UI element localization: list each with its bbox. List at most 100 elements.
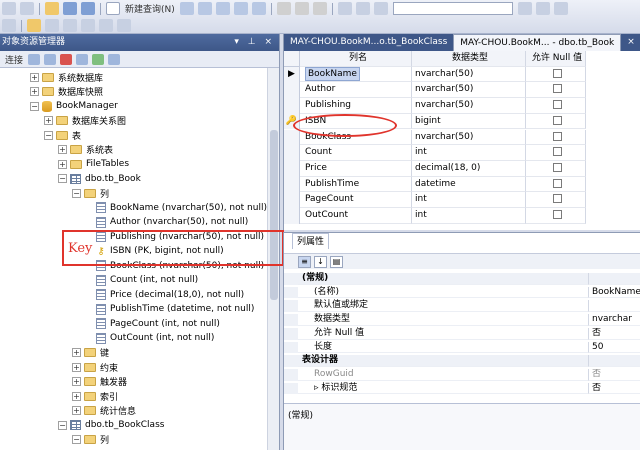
allow-null-checkbox[interactable] bbox=[552, 84, 562, 94]
categorized-icon[interactable]: ≡ bbox=[298, 255, 311, 268]
allow-null-checkbox[interactable] bbox=[552, 210, 562, 219]
properties-icon[interactable] bbox=[535, 2, 550, 15]
tree-node[interactable]: + 键 bbox=[72, 346, 109, 361]
row-selector[interactable] bbox=[284, 129, 300, 146]
table-row[interactable]: OutCount int bbox=[284, 208, 640, 224]
row-selector[interactable] bbox=[284, 192, 300, 208]
refresh-icon[interactable] bbox=[92, 53, 105, 65]
allow-null-checkbox[interactable] bbox=[552, 131, 562, 141]
allow-null-checkbox[interactable] bbox=[552, 100, 562, 110]
tree-node[interactable]: + 统计信息 bbox=[72, 404, 136, 419]
property-value[interactable] bbox=[588, 300, 640, 313]
row-selector[interactable] bbox=[284, 208, 300, 224]
connect-button[interactable]: 连接 bbox=[2, 53, 26, 66]
allow-null-checkbox[interactable] bbox=[552, 68, 562, 78]
data-type-cell[interactable]: decimal(18, 0) bbox=[412, 160, 526, 177]
manage-check-constraints-icon[interactable] bbox=[117, 19, 131, 32]
new-query-icon[interactable] bbox=[106, 2, 120, 15]
data-type-cell[interactable]: nvarchar(50) bbox=[412, 98, 526, 114]
xmla-query-icon[interactable] bbox=[251, 2, 266, 15]
column-name-cell[interactable]: Price bbox=[300, 160, 412, 177]
allow-null-checkbox[interactable] bbox=[552, 162, 562, 172]
manage-fulltext-icon[interactable] bbox=[81, 19, 95, 32]
panel-controls[interactable]: ▾ ⊥ × bbox=[234, 34, 279, 51]
undo-icon[interactable] bbox=[337, 2, 352, 15]
document-tab[interactable]: MAY-CHOU.BookM...o.tb_BookClass bbox=[284, 34, 453, 51]
expand-icon[interactable]: + bbox=[58, 145, 67, 155]
allow-null-checkbox[interactable] bbox=[552, 147, 562, 157]
column-name-cell[interactable]: BookName bbox=[300, 66, 412, 83]
collapse-icon[interactable]: − bbox=[72, 435, 81, 445]
copy-icon[interactable] bbox=[294, 2, 309, 15]
expand-icon[interactable]: + bbox=[58, 159, 67, 169]
data-type-cell[interactable]: nvarchar(50) bbox=[412, 66, 526, 83]
save-all-icon[interactable] bbox=[81, 2, 95, 15]
add-item-icon[interactable] bbox=[20, 2, 34, 15]
property-value[interactable]: nvarchar bbox=[588, 314, 640, 326]
relationships-icon[interactable] bbox=[45, 19, 59, 32]
property-value[interactable]: 否 bbox=[588, 327, 640, 340]
table-row[interactable]: ▶ BookName nvarchar(50) bbox=[284, 66, 640, 83]
data-type-cell[interactable]: int bbox=[412, 145, 526, 161]
property-row[interactable]: ▹ 标识规范否 bbox=[284, 382, 640, 395]
navigate-back-icon[interactable] bbox=[373, 2, 388, 15]
tree-node[interactable]: − 列 bbox=[72, 433, 109, 448]
expand-icon[interactable]: + bbox=[72, 391, 81, 401]
new-query-button[interactable]: 新建查询(N) bbox=[122, 2, 178, 15]
table-row[interactable]: PublishTime datetime bbox=[284, 176, 640, 193]
expand-icon[interactable]: + bbox=[72, 377, 81, 387]
db-engine-query-icon[interactable] bbox=[179, 2, 194, 15]
data-type-cell[interactable]: nvarchar(50) bbox=[412, 129, 526, 146]
save-icon[interactable] bbox=[63, 2, 77, 15]
property-value[interactable]: 50 bbox=[588, 341, 640, 354]
column-name-cell[interactable]: OutCount bbox=[300, 208, 412, 224]
column-name-cell[interactable]: Author bbox=[300, 82, 412, 99]
tree-node[interactable]: + FileTables bbox=[58, 157, 129, 172]
column-name-cell[interactable]: PageCount bbox=[300, 192, 412, 208]
tree-node[interactable]: PageCount (int, not null) bbox=[96, 317, 220, 332]
property-value[interactable]: BookName bbox=[588, 286, 640, 299]
row-selector[interactable] bbox=[284, 176, 300, 193]
allow-null-checkbox[interactable] bbox=[552, 178, 562, 188]
row-selector[interactable] bbox=[284, 160, 300, 177]
tree-node[interactable]: + 数据库关系图 bbox=[44, 114, 126, 129]
column-name-cell[interactable]: PublishTime bbox=[300, 176, 412, 193]
collapse-icon[interactable]: − bbox=[30, 101, 39, 111]
new-project-icon[interactable] bbox=[2, 2, 16, 15]
tree-node[interactable]: Author (nvarchar(50), not null) bbox=[96, 215, 248, 230]
expand-icon[interactable]: + bbox=[72, 362, 81, 372]
tree-node[interactable]: + 触发器 bbox=[72, 375, 127, 390]
table-row[interactable]: Author nvarchar(50) bbox=[284, 82, 640, 99]
paste-icon[interactable] bbox=[312, 2, 327, 15]
property-row[interactable]: RowGuid 否 bbox=[284, 368, 640, 381]
row-selector[interactable] bbox=[284, 145, 300, 161]
allow-null-checkbox[interactable] bbox=[552, 115, 562, 125]
data-type-cell[interactable]: nvarchar(50) bbox=[412, 82, 526, 99]
table-row[interactable]: Publishing nvarchar(50) bbox=[284, 98, 640, 114]
expand-icon[interactable]: + bbox=[72, 406, 81, 416]
tree-node[interactable]: BookName (nvarchar(50), not null) bbox=[96, 201, 267, 216]
find-icon[interactable] bbox=[517, 2, 532, 15]
tree-node[interactable]: + 系统数据库 bbox=[30, 70, 103, 85]
set-primary-key-icon[interactable] bbox=[27, 19, 41, 32]
property-row[interactable]: 长度 50 bbox=[284, 341, 640, 354]
property-row[interactable]: (名称) BookName bbox=[284, 286, 640, 299]
property-row[interactable]: 允许 Null 值否 bbox=[284, 327, 640, 340]
property-value[interactable]: 否 bbox=[588, 368, 640, 381]
document-tab[interactable]: MAY-CHOU.BookM... - dbo.tb_Book bbox=[453, 34, 622, 51]
manage-indexes-icon[interactable] bbox=[63, 19, 77, 32]
mdx-query-icon[interactable] bbox=[215, 2, 230, 15]
expand-icon[interactable]: + bbox=[30, 87, 39, 97]
property-row[interactable]: 数据类型 nvarchar bbox=[284, 314, 640, 326]
generate-script-icon[interactable] bbox=[2, 19, 16, 32]
tree-node[interactable]: − 表 bbox=[44, 128, 81, 143]
collapse-icon[interactable]: − bbox=[44, 130, 53, 140]
search-combo[interactable] bbox=[392, 2, 513, 15]
activity-monitor-icon[interactable] bbox=[108, 53, 121, 65]
property-category[interactable]: 表设计器 bbox=[284, 355, 640, 367]
tree-node[interactable]: Count (int, not null) bbox=[96, 273, 198, 288]
disconnect-icon[interactable] bbox=[44, 53, 57, 65]
row-selector[interactable] bbox=[284, 82, 300, 99]
connect-icon[interactable] bbox=[28, 53, 41, 65]
column-name-cell[interactable]: Publishing bbox=[300, 98, 412, 114]
